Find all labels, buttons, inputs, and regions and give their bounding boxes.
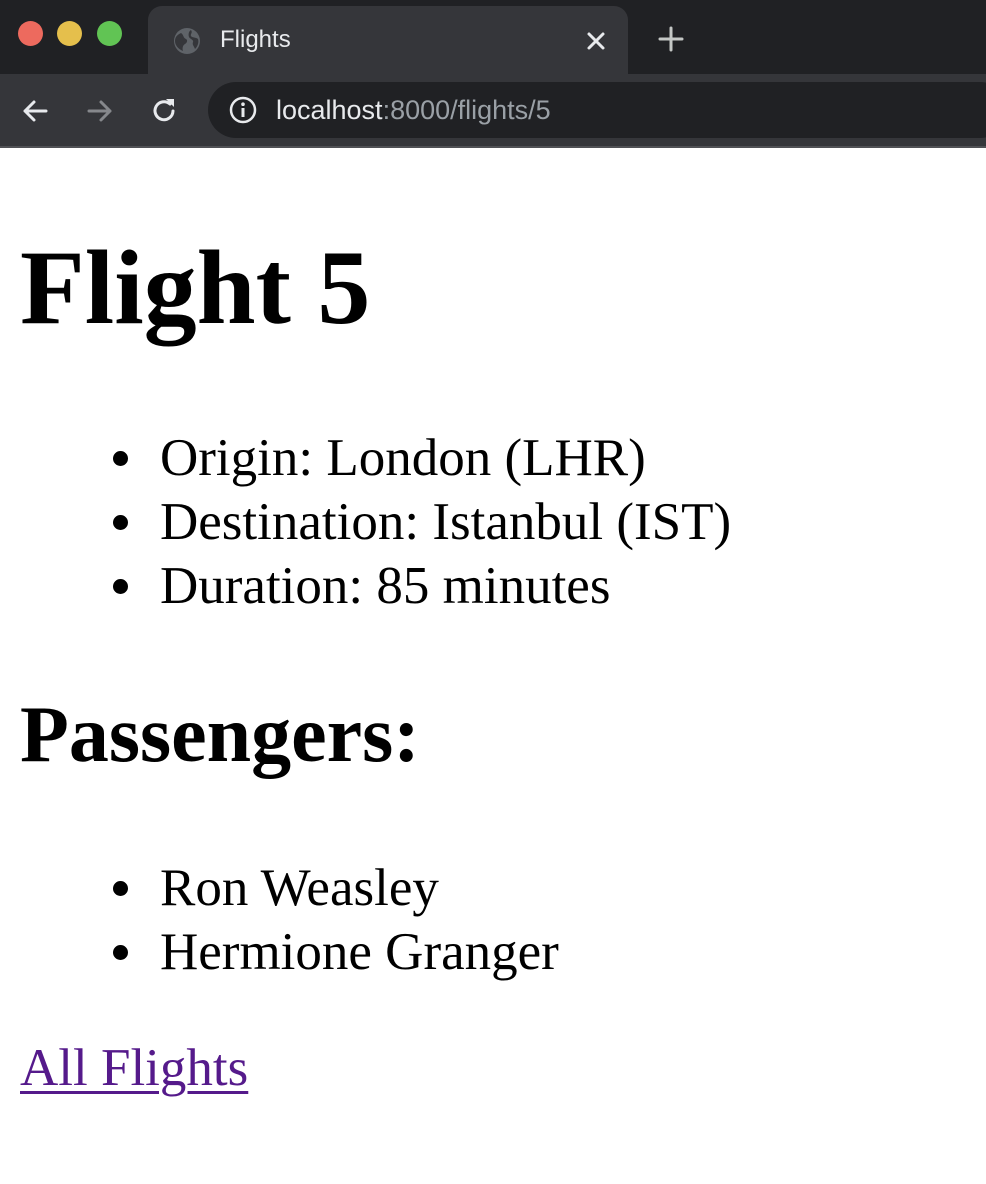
back-arrow-icon[interactable] (18, 94, 52, 128)
url-path: :8000/flights/5 (382, 95, 551, 125)
info-icon[interactable] (228, 95, 258, 125)
window-zoom-button[interactable] (97, 21, 122, 46)
close-tab-icon[interactable] (582, 27, 610, 55)
passengers-list: Ron Weasley Hermione Granger (0, 856, 559, 984)
list-item-origin: Origin: London (LHR) (112, 426, 731, 490)
all-flights-link[interactable]: All Flights (20, 1036, 248, 1100)
url-host: localhost (276, 95, 383, 125)
page-title: Flight 5 (20, 229, 371, 346)
browser-tab-strip: Flights (0, 0, 986, 74)
new-tab-icon[interactable] (656, 24, 686, 54)
forward-arrow-icon[interactable] (83, 94, 117, 128)
passenger-item: Ron Weasley (113, 856, 559, 920)
address-bar[interactable]: localhost:8000/flights/5 (208, 82, 986, 138)
flight-details-list: Origin: London (LHR) Destination: Istanb… (0, 426, 731, 618)
passengers-heading: Passengers: (20, 691, 420, 779)
list-item-destination: Destination: Istanbul (IST) (112, 490, 731, 554)
list-item-duration: Duration: 85 minutes (112, 554, 731, 618)
window-minimize-button[interactable] (57, 21, 82, 46)
passenger-item: Hermione Granger (113, 920, 559, 984)
browser-toolbar: localhost:8000/flights/5 (0, 74, 986, 148)
tab-title: Flights (220, 26, 291, 53)
reload-icon[interactable] (147, 94, 181, 128)
url-text: localhost:8000/flights/5 (276, 94, 551, 126)
globe-icon (174, 28, 200, 54)
browser-tab[interactable]: Flights (148, 6, 628, 74)
page-content: Flight 5 Origin: London (LHR) Destinatio… (0, 150, 986, 1184)
window-close-button[interactable] (18, 21, 43, 46)
